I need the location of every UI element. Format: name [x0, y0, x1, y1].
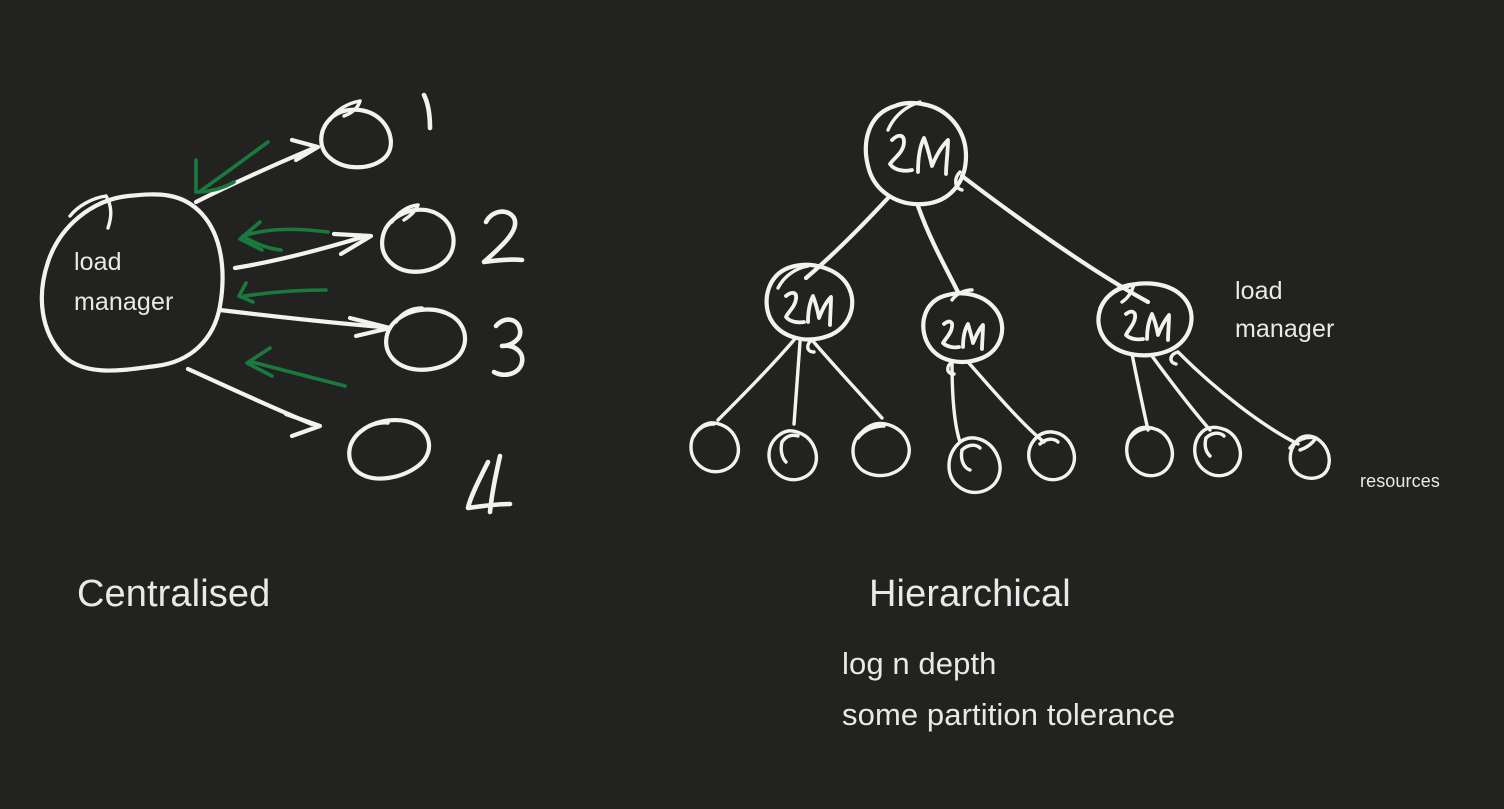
load-manager-label-line1: load: [74, 248, 122, 276]
load-manager-node[interactable]: [39, 192, 225, 373]
hierarchical-title: Hierarchical: [869, 573, 1071, 615]
leaf-resource-4[interactable]: [947, 436, 1002, 495]
leaf-resource-1[interactable]: [689, 421, 741, 474]
mid-lm-node-3[interactable]: [1096, 281, 1194, 358]
edge-mid3-leaf3: [1176, 350, 1300, 446]
resource-node-4[interactable]: [347, 418, 432, 481]
diagram-ink-layer: [39, 92, 1331, 515]
edge-mid3-hook: [1169, 350, 1180, 366]
mid-lm-node-2[interactable]: [921, 288, 1005, 365]
edge-mid3-leaf1: [1130, 352, 1150, 432]
mid-lm-handwriting-3: [1124, 309, 1171, 342]
feedback-arrow-3: [237, 281, 328, 304]
right-load-manager-label-line1: load: [1235, 277, 1283, 305]
mid-lm-handwriting-2: [941, 319, 985, 351]
leaf-resource-7[interactable]: [1193, 425, 1243, 478]
resource-node-1[interactable]: [319, 99, 393, 170]
leaf-resource-3[interactable]: [851, 421, 911, 478]
spoke-arrow-3: [217, 307, 393, 339]
handwritten-number-2: [481, 209, 525, 265]
right-load-manager-label-line2: manager: [1235, 315, 1335, 343]
edge-root-mid-3: [959, 173, 1151, 305]
edge-mid1-leaf3: [810, 338, 884, 420]
spoke-arrow-2: [232, 231, 374, 271]
leaf-resource-6[interactable]: [1125, 425, 1175, 478]
load-manager-label-line2: manager: [74, 288, 174, 316]
handwritten-number-4: [465, 453, 513, 515]
edge-mid2-leaf2: [966, 360, 1046, 444]
root-lm-node[interactable]: [863, 100, 969, 207]
feedback-arrow-4: [245, 346, 347, 388]
handwritten-number-3: [491, 317, 525, 377]
leaf-resource-2[interactable]: [767, 429, 819, 482]
root-lm-handwriting: [888, 133, 950, 176]
leaf-resource-5[interactable]: [1027, 430, 1077, 482]
edge-mid1-leaf1: [716, 338, 796, 422]
centralised-title: Centralised: [77, 573, 271, 615]
resources-label: resources: [1360, 471, 1440, 491]
resource-node-2[interactable]: [380, 203, 456, 274]
mid-lm-handwriting-1: [784, 291, 833, 327]
handwritten-number-1: [421, 92, 433, 131]
hierarchical-diagram: [689, 100, 1331, 495]
feedback-arrow-2: [238, 220, 330, 252]
leaf-resource-8[interactable]: [1288, 434, 1331, 480]
whiteboard-slide: load manager Centralised load manager re…: [0, 0, 1504, 809]
resource-node-3[interactable]: [384, 306, 468, 372]
edge-mid3-leaf2: [1150, 354, 1212, 432]
note-log-n-depth: log n depth: [842, 646, 997, 681]
edge-root-mid-2: [915, 203, 961, 295]
feedback-arrow-1: [194, 140, 270, 194]
edge-mid1-leaf2: [792, 340, 802, 426]
spoke-arrow-4: [185, 366, 323, 439]
note-partition-tolerance: some partition tolerance: [842, 697, 1176, 732]
